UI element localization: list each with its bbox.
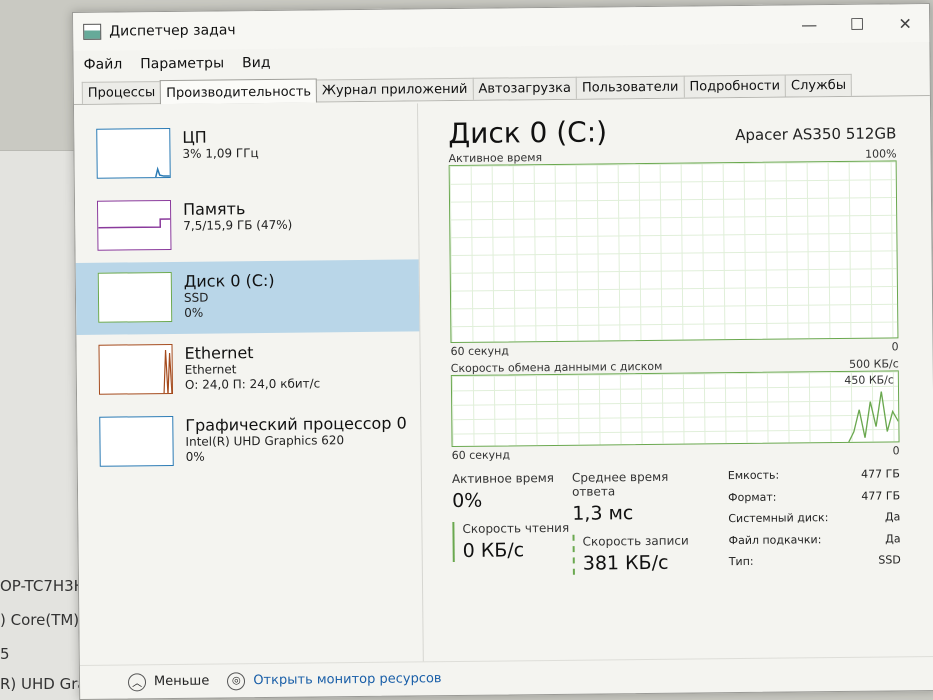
resource-sub: 3% 1,09 ГГц (182, 146, 259, 162)
fewer-details-link[interactable]: Меньше (154, 674, 209, 690)
cpu-mini-graph (155, 166, 171, 178)
tab-performance[interactable]: Производительность (160, 78, 318, 105)
disk-model: Apacer AS350 512GB (735, 124, 897, 145)
task-manager-icon (83, 23, 102, 40)
resource-cpu[interactable]: ЦП 3% 1,09 ГГц (74, 115, 418, 191)
graph2-footer: 60 секунд 0 (452, 444, 900, 462)
disk-thumbnail (97, 271, 173, 323)
resource-sub: 0% (184, 305, 204, 320)
maximize-button[interactable]: ☐ (833, 14, 881, 34)
resource-gpu[interactable]: Графический процессор 0 Intel(R) UHD Gra… (77, 403, 421, 479)
resource-name: Память (182, 199, 246, 219)
prop-key: Тип: (728, 555, 754, 569)
disk-detail-panel: Диск 0 (C:) Apacer AS350 512GB Активное … (418, 98, 933, 661)
memory-thumbnail (96, 199, 172, 251)
prop-value: 477 ГБ (861, 488, 901, 503)
ethernet-mini-graph (163, 350, 173, 395)
menu-view[interactable]: Вид (242, 55, 271, 71)
prop-value: Да (884, 510, 901, 524)
graph1-min: 0 (891, 340, 899, 354)
active-time-value: 0% (452, 489, 483, 513)
bg-text-5: 5 (0, 645, 10, 663)
resource-sub: SSD (183, 290, 209, 306)
resource-name: Графический процессор 0 (185, 413, 407, 435)
cpu-thumbnail (96, 127, 171, 179)
window-title: Диспетчер задач (109, 22, 236, 40)
graph1-footer: 60 секунд 0 (451, 340, 899, 358)
resource-memory[interactable]: Память 7,5/15,9 ГБ (47%) (75, 187, 419, 263)
prop-key: Системный диск: (728, 511, 829, 526)
prop-key: Емкость: (727, 468, 780, 483)
resource-sub: 0% (185, 449, 205, 464)
resource-sub: Ethernet (184, 362, 237, 378)
memory-mini-graph (98, 218, 172, 229)
prop-value: SSD (878, 553, 901, 567)
read-speed-label: Скорость чтения (462, 520, 570, 536)
active-time-graph (448, 160, 899, 344)
minimize-button[interactable]: — (785, 15, 833, 35)
graph2-time: 60 секунд (451, 448, 510, 463)
resource-monitor-icon: ◎ (227, 671, 246, 690)
active-time-label: Активное время (451, 470, 555, 487)
graph2-min: 0 (892, 444, 900, 458)
resource-sub: 7,5/15,9 ГБ (47%) (183, 217, 293, 234)
prop-value: 477 ГБ (861, 467, 900, 481)
write-speed-label: Скорость записи (582, 533, 689, 549)
resource-sub: О: 24,0 П: 24,0 кбит/с (184, 375, 321, 392)
resource-name: Ethernet (184, 343, 254, 363)
transfer-rate-line (452, 391, 899, 448)
graph2-max: 500 КБ/с (849, 357, 899, 371)
tab-users[interactable]: Пользователи (575, 75, 685, 99)
ethernet-thumbnail (98, 343, 174, 395)
graph1-max: 100% (865, 147, 897, 161)
prop-key: Файл подкачки: (728, 532, 822, 547)
tab-services[interactable]: Службы (784, 73, 853, 97)
resource-name: Диск 0 (C:) (183, 270, 275, 291)
tab-app-history[interactable]: Журнал приложений (315, 77, 474, 102)
graph1-time: 60 секунд (450, 344, 509, 359)
prop-key: Формат: (728, 490, 777, 504)
menu-file[interactable]: Файл (83, 56, 122, 72)
write-speed-value: 381 КБ/с (582, 551, 669, 575)
open-resource-monitor-link[interactable]: Открыть монитор ресурсов (253, 671, 441, 688)
disk-stats: Активное время 0% Скорость чтения 0 КБ/с… (452, 467, 901, 576)
resource-ethernet[interactable]: Ethernet Ethernet О: 24,0 П: 24,0 кбит/с (76, 331, 420, 407)
graph1-label: Активное время (448, 151, 543, 166)
tab-startup[interactable]: Автозагрузка (472, 76, 578, 100)
prop-value: Да (885, 532, 901, 546)
response-time-value: 1,3 мс (572, 502, 634, 525)
background-window: OP-TC7H3HB ) Core(TM) i5- 5 R) UHD Graph… (0, 150, 110, 700)
menu-options[interactable]: Параметры (140, 55, 224, 72)
resource-disk[interactable]: Диск 0 (C:) SSD 0% (75, 259, 420, 335)
close-button[interactable]: ✕ (881, 14, 929, 34)
performance-content: ЦП 3% 1,09 ГГц Память 7,5/15,9 ГБ (47%) … (73, 98, 933, 665)
chevron-up-icon[interactable]: ︿ (127, 672, 147, 691)
disk-properties: Емкость: 477 ГБ Формат: 477 ГБ Системный д… (728, 467, 901, 573)
window-controls: — ☐ ✕ (785, 14, 929, 35)
gpu-thumbnail (99, 415, 174, 467)
transfer-rate-graph: 450 КБ/с (450, 370, 900, 448)
resource-list: ЦП 3% 1,09 ГГц Память 7,5/15,9 ГБ (47%) … (73, 103, 424, 665)
task-manager-window: Диспетчер задач — ☐ ✕ Файл Параметры Вид… (72, 3, 933, 700)
tab-details[interactable]: Подробности (683, 74, 787, 98)
tab-processes[interactable]: Процессы (81, 81, 162, 104)
response-time-label: Среднее время ответа (571, 469, 669, 499)
read-speed-value: 0 КБ/с (462, 539, 525, 562)
resource-name: ЦП (182, 127, 207, 147)
